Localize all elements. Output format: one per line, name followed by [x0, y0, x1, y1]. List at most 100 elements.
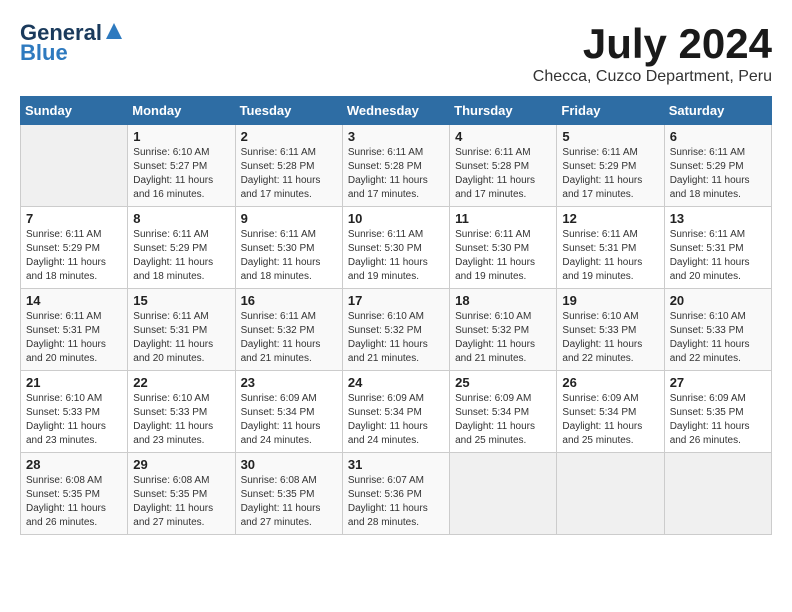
day-info: Sunrise: 6:11 AMSunset: 5:29 PMDaylight:… [562, 146, 658, 202]
calendar-week-4: 21 Sunrise: 6:10 AMSunset: 5:33 PMDayligh… [21, 371, 772, 453]
day-info: Sunrise: 6:07 AMSunset: 5:36 PMDaylight:… [348, 474, 444, 530]
day-info: Sunrise: 6:11 AMSunset: 5:30 PMDaylight:… [241, 228, 337, 284]
calendar-cell: 22Sunrise: 6:10 AMSunset: 5:33 PMDayligh… [128, 371, 235, 453]
calendar-cell: 23 Sunrise: 6:09 AMSunset: 5:34 PMDayligh… [235, 371, 342, 453]
weekday-header-saturday: Saturday [664, 97, 771, 125]
day-number: 13 [670, 211, 766, 226]
day-info: Sunrise: 6:11 AMSunset: 5:30 PMDaylight:… [348, 228, 444, 284]
calendar-cell: 12 Sunrise: 6:11 AMSunset: 5:31 PMDayligh… [557, 207, 664, 289]
calendar-cell [450, 453, 557, 535]
calendar-cell: 15Sunrise: 6:11 AMSunset: 5:31 PMDayligh… [128, 289, 235, 371]
calendar-table: SundayMondayTuesdayWednesdayThursdayFrid… [20, 96, 772, 535]
calendar-cell: 27 Sunrise: 6:09 AMSunset: 5:35 PMDayligh… [664, 371, 771, 453]
weekday-header-wednesday: Wednesday [342, 97, 449, 125]
day-number: 9 [241, 211, 337, 226]
day-number: 12 [562, 211, 658, 226]
day-info: Sunrise: 6:09 AMSunset: 5:34 PMDaylight:… [455, 392, 551, 448]
day-number: 30 [241, 457, 337, 472]
page-header: General Blue July 2024 Checca, Cuzco Dep… [20, 20, 772, 86]
logo-blue-text: Blue [20, 40, 68, 66]
day-info: Sunrise: 6:09 AMSunset: 5:34 PMDaylight:… [562, 392, 658, 448]
day-number: 1 [133, 129, 229, 144]
calendar-cell: 25Sunrise: 6:09 AMSunset: 5:34 PMDayligh… [450, 371, 557, 453]
day-number: 17 [348, 293, 444, 308]
day-number: 18 [455, 293, 551, 308]
weekday-header-monday: Monday [128, 97, 235, 125]
calendar-cell: 18 Sunrise: 6:10 AMSunset: 5:32 PMDayligh… [450, 289, 557, 371]
day-info: Sunrise: 6:10 AMSunset: 5:33 PMDaylight:… [26, 392, 122, 448]
day-info: Sunrise: 6:09 AMSunset: 5:35 PMDaylight:… [670, 392, 766, 448]
calendar-cell [557, 453, 664, 535]
day-info: Sunrise: 6:08 AMSunset: 5:35 PMDaylight:… [133, 474, 229, 530]
day-info: Sunrise: 6:10 AMSunset: 5:33 PMDaylight:… [562, 310, 658, 366]
day-info: Sunrise: 6:11 AMSunset: 5:28 PMDaylight:… [455, 146, 551, 202]
weekday-header-thursday: Thursday [450, 97, 557, 125]
calendar-cell: 24 Sunrise: 6:09 AMSunset: 5:34 PMDayligh… [342, 371, 449, 453]
location-title: Checca, Cuzco Department, Peru [533, 68, 772, 86]
calendar-cell: 4 Sunrise: 6:11 AMSunset: 5:28 PMDaylight… [450, 125, 557, 207]
calendar-week-2: 7 Sunrise: 6:11 AMSunset: 5:29 PMDaylight… [21, 207, 772, 289]
day-number: 10 [348, 211, 444, 226]
day-info: Sunrise: 6:11 AMSunset: 5:30 PMDaylight:… [455, 228, 551, 284]
day-number: 24 [348, 375, 444, 390]
day-number: 11 [455, 211, 551, 226]
weekday-header-tuesday: Tuesday [235, 97, 342, 125]
day-number: 23 [241, 375, 337, 390]
calendar-cell: 5 Sunrise: 6:11 AMSunset: 5:29 PMDaylight… [557, 125, 664, 207]
day-info: Sunrise: 6:10 AMSunset: 5:33 PMDaylight:… [133, 392, 229, 448]
calendar-cell: 11 Sunrise: 6:11 AMSunset: 5:30 PMDayligh… [450, 207, 557, 289]
calendar-cell: 14 Sunrise: 6:11 AMSunset: 5:31 PMDayligh… [21, 289, 128, 371]
calendar-header-row: SundayMondayTuesdayWednesdayThursdayFrid… [21, 97, 772, 125]
day-number: 14 [26, 293, 122, 308]
day-info: Sunrise: 6:10 AMSunset: 5:33 PMDaylight:… [670, 310, 766, 366]
calendar-cell: 13 Sunrise: 6:11 AMSunset: 5:31 PMDayligh… [664, 207, 771, 289]
day-info: Sunrise: 6:09 AMSunset: 5:34 PMDaylight:… [348, 392, 444, 448]
day-info: Sunrise: 6:11 AMSunset: 5:29 PMDaylight:… [670, 146, 766, 202]
calendar-cell: 9 Sunrise: 6:11 AMSunset: 5:30 PMDaylight… [235, 207, 342, 289]
calendar-cell: 29 Sunrise: 6:08 AMSunset: 5:35 PMDayligh… [128, 453, 235, 535]
day-number: 6 [670, 129, 766, 144]
day-number: 5 [562, 129, 658, 144]
day-info: Sunrise: 6:11 AMSunset: 5:28 PMDaylight:… [241, 146, 337, 202]
day-info: Sunrise: 6:09 AMSunset: 5:34 PMDaylight:… [241, 392, 337, 448]
day-info: Sunrise: 6:11 AMSunset: 5:29 PMDaylight:… [26, 228, 122, 284]
calendar-cell: 28 Sunrise: 6:08 AMSunset: 5:35 PMDayligh… [21, 453, 128, 535]
calendar-week-5: 28 Sunrise: 6:08 AMSunset: 5:35 PMDayligh… [21, 453, 772, 535]
day-number: 29 [133, 457, 229, 472]
day-number: 3 [348, 129, 444, 144]
weekday-header-sunday: Sunday [21, 97, 128, 125]
day-info: Sunrise: 6:11 AMSunset: 5:29 PMDaylight:… [133, 228, 229, 284]
calendar-cell: 2Sunrise: 6:11 AMSunset: 5:28 PMDaylight… [235, 125, 342, 207]
day-number: 28 [26, 457, 122, 472]
logo-icon [104, 21, 124, 41]
day-info: Sunrise: 6:11 AMSunset: 5:32 PMDaylight:… [241, 310, 337, 366]
title-block: July 2024 Checca, Cuzco Department, Peru [533, 20, 772, 86]
day-number: 8 [133, 211, 229, 226]
day-number: 27 [670, 375, 766, 390]
day-number: 21 [26, 375, 122, 390]
calendar-cell: 17Sunrise: 6:10 AMSunset: 5:32 PMDayligh… [342, 289, 449, 371]
calendar-cell: 30Sunrise: 6:08 AMSunset: 5:35 PMDayligh… [235, 453, 342, 535]
calendar-cell: 1Sunrise: 6:10 AMSunset: 5:27 PMDaylight… [128, 125, 235, 207]
day-number: 4 [455, 129, 551, 144]
calendar-cell: 19 Sunrise: 6:10 AMSunset: 5:33 PMDayligh… [557, 289, 664, 371]
day-number: 7 [26, 211, 122, 226]
day-number: 19 [562, 293, 658, 308]
calendar-cell: 10 Sunrise: 6:11 AMSunset: 5:30 PMDayligh… [342, 207, 449, 289]
day-number: 16 [241, 293, 337, 308]
day-info: Sunrise: 6:08 AMSunset: 5:35 PMDaylight:… [26, 474, 122, 530]
logo: General Blue [20, 20, 124, 66]
day-info: Sunrise: 6:10 AMSunset: 5:32 PMDaylight:… [455, 310, 551, 366]
calendar-cell: 21 Sunrise: 6:10 AMSunset: 5:33 PMDayligh… [21, 371, 128, 453]
calendar-cell: 16 Sunrise: 6:11 AMSunset: 5:32 PMDayligh… [235, 289, 342, 371]
day-info: Sunrise: 6:11 AMSunset: 5:28 PMDaylight:… [348, 146, 444, 202]
month-title: July 2024 [533, 20, 772, 68]
day-info: Sunrise: 6:11 AMSunset: 5:31 PMDaylight:… [26, 310, 122, 366]
calendar-week-1: 1Sunrise: 6:10 AMSunset: 5:27 PMDaylight… [21, 125, 772, 207]
day-info: Sunrise: 6:11 AMSunset: 5:31 PMDaylight:… [562, 228, 658, 284]
day-info: Sunrise: 6:11 AMSunset: 5:31 PMDaylight:… [670, 228, 766, 284]
day-number: 26 [562, 375, 658, 390]
calendar-cell: 7 Sunrise: 6:11 AMSunset: 5:29 PMDaylight… [21, 207, 128, 289]
calendar-cell [21, 125, 128, 207]
day-number: 15 [133, 293, 229, 308]
